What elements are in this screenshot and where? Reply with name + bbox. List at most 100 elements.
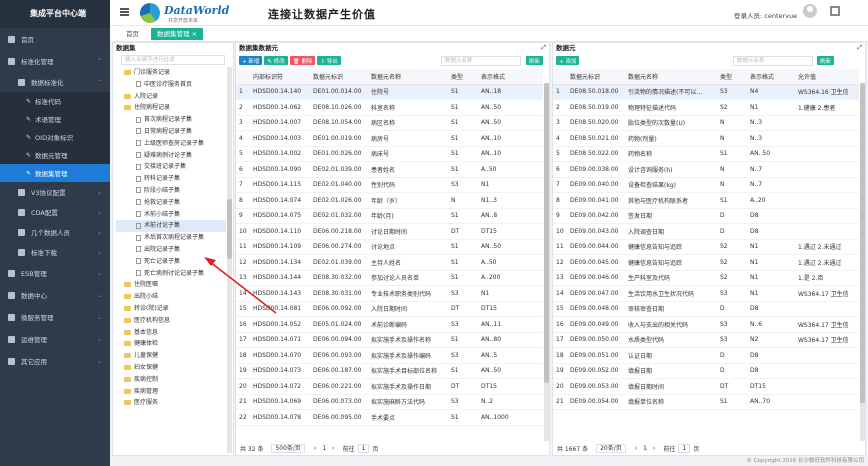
table-row[interactable]: 15 DE09.00.048.00 审核审查日期 D D8 — [553, 301, 859, 317]
table-row[interactable]: 7 DE09.00.040.00 设备检查结果(kg) N N..7 — [553, 177, 859, 193]
sidebar-item[interactable]: 数据标准化 ⌃ — [0, 72, 110, 92]
table-row[interactable]: 15 HDSD00.14.081 DE06.00.092.00 入院日期时间 DT DT1… — [236, 301, 543, 317]
table-row[interactable]: 4 HDSD00.14.003 DE01.00.019.00 病房号 S1 AN..10 — [236, 130, 543, 147]
sidebar-item[interactable]: 微服务管理 ⌄ — [0, 306, 110, 328]
prev-page-icon[interactable]: ‹ — [314, 445, 316, 452]
tree-node[interactable]: 首次病程记录子集 — [116, 114, 226, 126]
table-row[interactable]: 10 HDSD00.14.110 DE06.00.218.00 讨论日期时间 DT DT1… — [236, 223, 543, 240]
table-row[interactable]: 3 DE08.50.020.00 胎位类型的次数量(U) N N..3 — [553, 115, 859, 131]
tree-node[interactable]: 医疗机构信息 — [116, 315, 226, 327]
table-row[interactable]: 5 HDSD00.14.002 DE01.00.026.00 病床号 S1 AN..10 — [236, 146, 543, 162]
tree-node[interactable]: 日常病程记录子集 — [116, 126, 226, 138]
table-row[interactable]: 19 DE09.00.052.00 填报日期 D D8 — [553, 363, 859, 379]
tree-node[interactable]: 入院记录 — [116, 91, 226, 103]
tab-home[interactable]: 首页 — [120, 28, 145, 40]
tree-scrollbar[interactable] — [227, 67, 232, 453]
tree-node[interactable]: 儿童保健 — [116, 350, 226, 362]
tree-node[interactable]: 出院小结 — [116, 291, 226, 303]
table-row[interactable]: 9 DE09.00.042.00 签发日期 D D8 — [553, 208, 859, 224]
table-row[interactable]: 6 HDSD00.14.090 DE02.01.039.00 患者姓名 S1 A..50 — [236, 161, 543, 178]
right-search-input[interactable]: 数据元名称 — [733, 56, 813, 66]
tree-search-input[interactable]: 输入关键字进行过滤 — [121, 55, 225, 65]
sidebar-item[interactable]: ✎ 数据集管理 — [0, 164, 110, 182]
tree-node[interactable]: 死亡记录子集 — [116, 256, 226, 268]
tree-node[interactable]: 出院记录子集 — [116, 244, 226, 256]
mid-refresh-button[interactable]: 刷新 — [526, 56, 544, 65]
table-row[interactable]: 17 DE09.00.050.00 水质类型代码 S3 N2 WS364.17 卫生信 — [553, 332, 859, 348]
right-refresh-button[interactable]: 刷新 — [817, 56, 835, 65]
table-row[interactable]: 18 HDSD00.14.070 DE06.00.093.00 拟实施手术及操作编码 S… — [236, 347, 543, 364]
table-row[interactable]: 13 HDSD00.14.144 DE08.30.032.00 参加讨论人员名单 S1 A… — [236, 270, 543, 286]
table-row[interactable]: 9 HDSD00.14.075 DE02.01.032.00 年龄(月) S1 AN..8 — [236, 208, 543, 224]
maximize-icon[interactable]: ⤢ — [857, 43, 862, 53]
column-header[interactable]: 类型 — [717, 69, 747, 85]
export-button[interactable]: ⇪ 导出 — [317, 56, 341, 65]
tree-node[interactable]: 阶段小结子集 — [116, 185, 226, 197]
tree-node[interactable]: 转科记录子集 — [116, 173, 226, 185]
table-row[interactable]: 16 DE09.00.049.00 收入与支出的相关代码 S3 N..6 WS364.17… — [553, 316, 859, 333]
column-header[interactable]: 数据元名称 — [368, 69, 448, 85]
table-row[interactable]: 22 HDSD00.14.078 DE06.00.095.00 手术要点 S1 AN..1… — [236, 409, 543, 426]
tree-node[interactable]: 抢救记录子集 — [116, 197, 226, 209]
column-header[interactable]: 表示格式 — [478, 69, 543, 85]
tree-node[interactable]: 基本信息 — [116, 327, 226, 339]
table-row[interactable]: 1 DE08.50.018.00 引流物的情况描述(不可以… S3 N4 WS364.16… — [553, 84, 859, 100]
tree-node[interactable]: 健康体检 — [116, 338, 226, 350]
column-header[interactable] — [553, 69, 567, 85]
tree-node[interactable]: 死亡病例讨论记录子集 — [116, 268, 226, 280]
prev-page-icon[interactable]: ‹ — [635, 445, 637, 452]
sidebar-item[interactable]: 几个数据人员 ⌄ — [0, 222, 110, 242]
page-size-select[interactable]: 20条/页 — [596, 443, 626, 453]
sidebar-item[interactable]: ✎ 数据元管理 — [0, 146, 110, 164]
tree-node[interactable]: 疑难病例讨论子集 — [116, 150, 226, 162]
column-header[interactable]: 数据元名称 — [625, 69, 717, 85]
table-row[interactable]: 2 DE08.50.019.00 物理特征描述代码 S2 N1 1.健康 2.患者 — [553, 99, 859, 116]
sidebar-item[interactable]: ✎ 标准代码 — [0, 92, 110, 110]
sidebar-item[interactable]: 标准下载 ⌄ — [0, 242, 110, 262]
table-row[interactable]: 10 DE09.00.043.00 入院调查日期 D D8 — [553, 223, 859, 240]
menu-toggle-icon[interactable] — [120, 8, 129, 16]
table-row[interactable]: 8 HDSD00.14.074 DE02.01.026.00 年龄（岁） N N1..3 — [236, 192, 543, 209]
table-row[interactable]: 4 DE08.50.021.00 药物(剂量) N N..3 — [553, 130, 859, 147]
edit-button[interactable]: ✎ 修改 — [264, 56, 288, 65]
table-row[interactable]: 21 DE09.00.054.00 填报单位名称 S1 AN..70 — [553, 394, 859, 410]
table-row[interactable]: 11 HDSD00.14.109 DE06.00.274.00 讨论地点 S1 AN..5… — [236, 239, 543, 255]
table-row[interactable]: 6 DE09.00.038.00 设计咨询服务(h) N N..7 — [553, 161, 859, 178]
tree-node[interactable]: 住院医嘱 — [116, 279, 226, 291]
right-scrollbar[interactable] — [860, 83, 865, 443]
sidebar-item[interactable]: 首页 — [0, 28, 110, 50]
column-header[interactable] — [236, 69, 250, 85]
tree-node[interactable]: 交接班记录子集 — [116, 161, 226, 173]
next-page-icon[interactable]: › — [653, 445, 655, 452]
mid-scrollbar[interactable] — [544, 83, 549, 443]
tree-node[interactable]: 转诊(院)记录 — [116, 303, 226, 315]
page-size-select[interactable]: 500条/页 — [271, 443, 305, 453]
column-header[interactable]: 内部标识符 — [250, 69, 310, 85]
mid-search-input[interactable]: 数据元名称 — [441, 56, 521, 66]
tree-node[interactable]: 上级医师查房记录子集 — [116, 138, 226, 150]
next-page-icon[interactable]: › — [332, 445, 334, 452]
tree-node[interactable]: 术前小结子集 — [116, 209, 226, 221]
delete-button[interactable]: 🗑 删除 — [289, 56, 316, 65]
sidebar-item[interactable]: 其它应用 ⌄ — [0, 350, 110, 372]
sidebar-item[interactable]: V3协议配置 ⌄ — [0, 182, 110, 202]
maximize-icon[interactable]: ⤢ — [541, 43, 546, 53]
table-row[interactable]: 18 DE09.00.051.00 认证日期 D D8 — [553, 347, 859, 364]
table-row[interactable]: 12 DE09.00.045.00 健康信息告知与追踪 S2 N1 1.遇过 2.未通过 — [553, 254, 859, 271]
table-row[interactable]: 14 DE09.00.047.00 生活饮用水卫生状况代码 S3 N1 WS364.17 … — [553, 285, 859, 302]
table-row[interactable]: 11 DE09.00.044.00 健康信息告知与追踪 S2 N1 1.遇过 2.未通过 — [553, 239, 859, 255]
table-row[interactable]: 5 DE08.50.022.00 药物名称 S1 AN..50 — [553, 146, 859, 162]
table-row[interactable]: 17 HDSD00.14.071 DE06.00.094.00 拟实施手术及操作名称 S… — [236, 332, 543, 348]
table-row[interactable]: 2 HDSD00.14.062 DE08.10.026.00 科室名称 S1 AN..50 — [236, 99, 543, 116]
table-row[interactable]: 3 HDSD00.14.007 DE08.10.054.00 病区名称 S1 AN..50 — [236, 115, 543, 131]
tab-dataset-management[interactable]: 数据集管理 × — [151, 27, 204, 40]
sidebar-item[interactable]: ✎ 术语管理 — [0, 110, 110, 128]
table-row[interactable]: 7 HDSD00.14.115 DE02.01.040.00 性别代码 S3 N1 — [236, 177, 543, 193]
table-row[interactable]: 20 HDSD00.14.072 DE06.00.221.00 拟实施手术及操作日期 D… — [236, 378, 543, 395]
tree-node[interactable]: 住院病程记录 — [116, 102, 226, 114]
table-row[interactable]: 13 DE09.00.046.00 生产科室及代码 S2 N1 1.是 2.否 — [553, 270, 859, 286]
tree-node[interactable]: 术前讨论子集 — [116, 220, 226, 233]
column-header[interactable]: 允许值 — [795, 69, 859, 85]
goto-page-input[interactable]: 1 — [678, 443, 691, 453]
tree-node[interactable]: 术后首次病程记录子集 — [116, 232, 226, 244]
